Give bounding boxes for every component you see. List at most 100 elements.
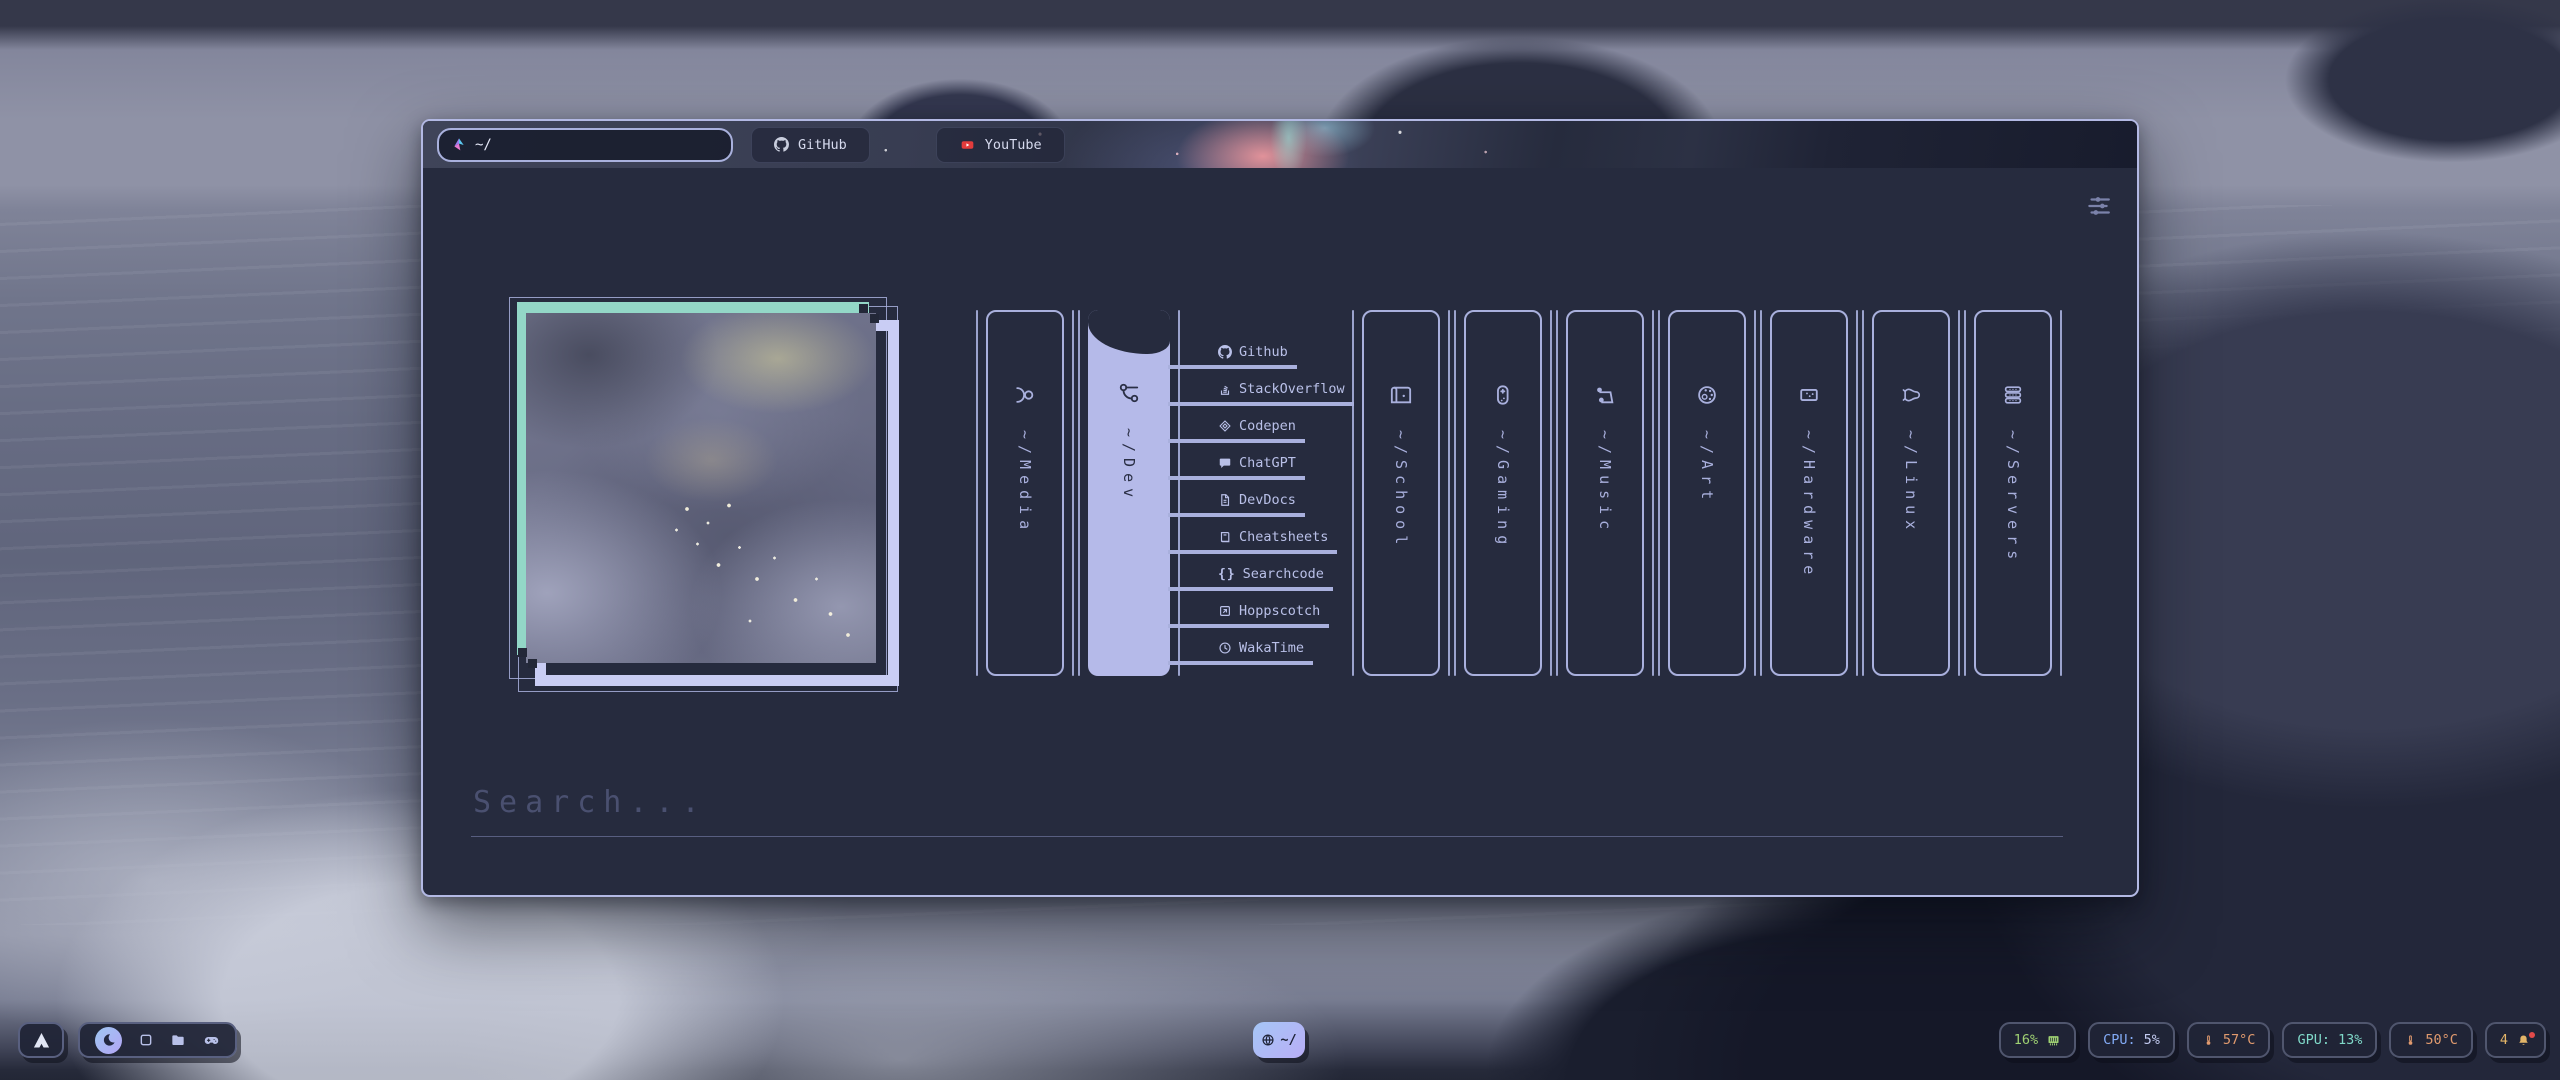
frame-corner-handle	[870, 314, 879, 323]
book-label: ~/Hardware	[1800, 430, 1818, 580]
settings-sliders-icon[interactable]	[2085, 195, 2111, 217]
palette-icon	[1696, 384, 1718, 406]
active-workspace-label: ~/	[1280, 1032, 1296, 1048]
book-wrap-servers: ~/Servers	[1964, 310, 2062, 676]
user-media-icon	[1014, 384, 1036, 406]
book-icon	[1218, 530, 1232, 544]
shelf-divider	[2060, 310, 2062, 676]
gpu-value: 13%	[2338, 1032, 2362, 1048]
shelf-divider	[1862, 310, 1864, 676]
cpu-value: 5%	[2144, 1032, 2160, 1048]
dev-link-hoppscotch[interactable]: Hoppscotch	[1168, 603, 1329, 628]
taskbar-apps-group	[78, 1022, 237, 1058]
gamepad-icon	[1492, 384, 1514, 406]
notification-count: 4	[2500, 1032, 2508, 1048]
shelf-divider	[1958, 310, 1960, 676]
gpu-usage-widget[interactable]: GPU: 13%	[2282, 1022, 2377, 1058]
youtube-icon	[959, 138, 976, 152]
cpu-temp-widget[interactable]: 57°C	[2187, 1022, 2271, 1058]
github-icon	[774, 137, 789, 152]
book-school[interactable]: ~/School	[1362, 310, 1440, 676]
firefox-icon	[101, 1032, 117, 1048]
book-linux[interactable]: ~/Linux	[1872, 310, 1950, 676]
dev-link-chatgpt[interactable]: ChatGPT	[1168, 455, 1305, 480]
cpu-usage-widget[interactable]: CPU: 5%	[2088, 1022, 2175, 1058]
shelf-divider	[1658, 310, 1660, 676]
browser-logo-icon	[451, 137, 467, 153]
chat-bubble-icon	[1218, 456, 1232, 470]
gpu-temp-widget[interactable]: 50°C	[2389, 1022, 2473, 1058]
tab-youtube[interactable]: YouTube	[936, 127, 1065, 163]
tab-github[interactable]: GitHub	[751, 127, 870, 163]
shelf-divider	[1550, 310, 1552, 676]
url-bar[interactable]: ~/	[437, 128, 733, 162]
codepen-icon	[1218, 419, 1232, 433]
ram-value: 16%	[2014, 1032, 2038, 1048]
tab-label: YouTube	[985, 137, 1042, 153]
book-hardware[interactable]: ~/Hardware	[1770, 310, 1848, 676]
shelf-divider	[1556, 310, 1558, 676]
frame-corner-handle	[859, 304, 868, 313]
dev-link-label: Cheatsheets	[1239, 529, 1328, 545]
server-rack-icon	[2002, 384, 2024, 406]
github-icon	[1218, 345, 1232, 359]
firefox-active-app[interactable]	[95, 1027, 122, 1054]
notification-dot	[2529, 1032, 2535, 1038]
book-music[interactable]: ~/Music	[1566, 310, 1644, 676]
book-gaming[interactable]: ~/Gaming	[1464, 310, 1542, 676]
dev-link-wakatime[interactable]: WakaTime	[1168, 640, 1313, 665]
shelf-divider	[1072, 310, 1074, 676]
frame-corner-handle	[518, 648, 527, 657]
book-art[interactable]: ~/Art	[1668, 310, 1746, 676]
launcher-button[interactable]	[18, 1022, 64, 1058]
search-input[interactable]	[471, 785, 2063, 837]
gpu-label: GPU:	[2297, 1032, 2330, 1048]
shelf-divider	[1754, 310, 1756, 676]
book-wrap-music: ~/Music	[1556, 310, 1654, 676]
book-label: ~/Art	[1698, 430, 1716, 505]
ram-chip-icon	[2046, 1033, 2061, 1048]
window-app-icon[interactable]	[139, 1033, 153, 1047]
thermometer-icon	[2404, 1033, 2417, 1048]
dev-link-label: Codepen	[1239, 418, 1296, 434]
book-servers[interactable]: ~/Servers	[1974, 310, 2052, 676]
dev-link-cheatsheets[interactable]: Cheatsheets	[1168, 529, 1337, 554]
document-icon	[1218, 493, 1232, 507]
dev-link-github[interactable]: Github	[1168, 344, 1297, 369]
dev-link-stackoverflow[interactable]: StackOverflow	[1168, 381, 1354, 406]
search-bar	[471, 785, 2063, 837]
book-label: ~/Dev	[1120, 428, 1138, 503]
frame-corner-handle	[528, 659, 537, 668]
cpu-label: CPU:	[2103, 1032, 2136, 1048]
folder-icon[interactable]	[170, 1032, 186, 1048]
book-label: ~/Media	[1016, 430, 1034, 535]
dev-link-searchcode[interactable]: {} Searchcode	[1168, 566, 1333, 591]
status-widgets: 16% CPU: 5% 57°C GPU:	[1999, 1022, 2546, 1058]
book-wrap-dev: ~/Dev Github	[1078, 310, 1180, 676]
book-media[interactable]: ~/Media	[986, 310, 1064, 676]
dev-link-devdocs[interactable]: DevDocs	[1168, 492, 1305, 517]
book-label: ~/Servers	[2004, 430, 2022, 565]
book-dev-open[interactable]: ~/Dev	[1088, 310, 1170, 676]
dev-link-label: WakaTime	[1239, 640, 1304, 656]
dev-link-label: StackOverflow	[1239, 381, 1345, 397]
dev-link-codepen[interactable]: Codepen	[1168, 418, 1305, 443]
notifications-widget[interactable]: 4	[2485, 1022, 2546, 1058]
dev-links-list: Github StackOverflow	[1168, 344, 1354, 677]
active-workspace-button[interactable]: ~/	[1253, 1022, 1305, 1058]
bookshelf: ~/Media ~/Dev	[976, 310, 2066, 676]
shelf-divider	[1454, 310, 1456, 676]
thermometer-icon	[2202, 1033, 2215, 1048]
tux-icon	[1900, 384, 1922, 406]
book-page-notch	[1088, 310, 1170, 354]
pc-case-icon	[1798, 384, 1820, 406]
box-arrow-icon	[1218, 604, 1232, 618]
book-wrap-school: ~/School	[1352, 310, 1450, 676]
dev-link-label: Searchcode	[1243, 566, 1324, 582]
ram-usage-widget[interactable]: 16%	[1999, 1022, 2076, 1058]
book-label: ~/Linux	[1902, 430, 1920, 535]
gamepad-app-icon[interactable]	[203, 1032, 220, 1049]
book-label: ~/Gaming	[1494, 430, 1512, 550]
shelf-divider	[1856, 310, 1858, 676]
globe-icon	[1261, 1033, 1275, 1047]
